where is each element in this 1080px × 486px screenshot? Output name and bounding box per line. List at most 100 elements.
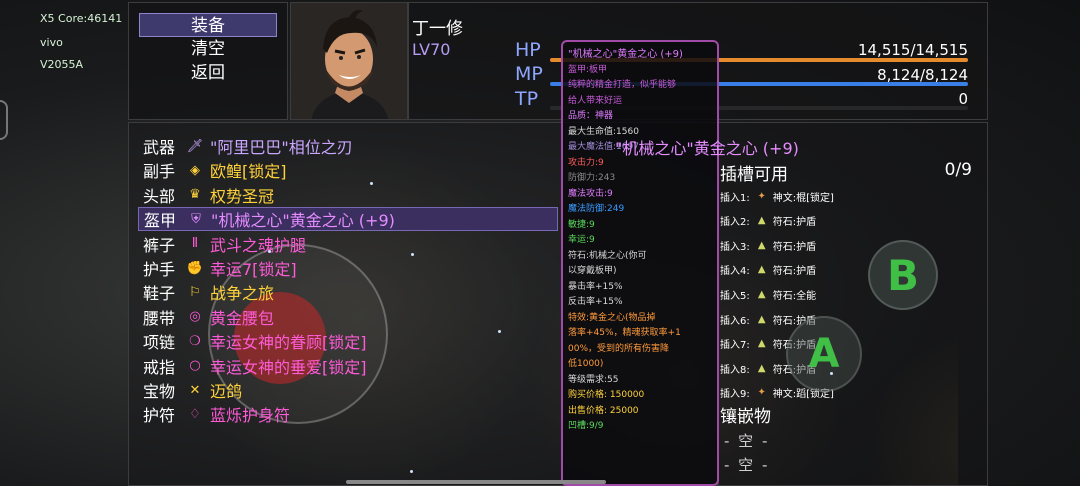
runestone-icon: ▲ bbox=[757, 288, 766, 300]
socket-slot-label: 插入7: bbox=[720, 340, 750, 352]
tooltip-line: 暴击率+15% bbox=[568, 281, 623, 292]
equipment-row[interactable]: 护手 ✊ 幸运7[锁定] bbox=[143, 256, 297, 280]
equipment-slot-label: 戒指 bbox=[143, 357, 176, 377]
equipment-row[interactable]: 副手 ◈ 欧鳇[锁定] bbox=[143, 158, 287, 182]
equipment-item-name: 权势圣冠 bbox=[210, 186, 275, 206]
equipment-row[interactable]: 裤子 Ⅱ 武斗之魂护腿 bbox=[143, 232, 306, 256]
inlay-slot-1[interactable]: - 空 - bbox=[724, 430, 769, 451]
equipment-item-name: 战争之旅 bbox=[210, 284, 275, 304]
equipment-row[interactable]: 项链 ❍ 幸运女神的眷顾[锁定] bbox=[143, 329, 367, 353]
tooltip-line: 符石:机械之心(你可 bbox=[568, 250, 647, 261]
tp-label: TP bbox=[515, 88, 539, 110]
tooltip-line: 00%，受到的所有伤害降 bbox=[568, 343, 670, 354]
socket-row[interactable]: 插入5: ▲ 符石:全能 bbox=[720, 284, 816, 304]
boots-icon: ⚐ bbox=[189, 284, 201, 300]
socket-item-name: 符石:全能 bbox=[772, 290, 817, 302]
equipment-row[interactable]: 宝物 ✕ 迈鸽 bbox=[143, 378, 242, 402]
shield-icon: ◈ bbox=[190, 162, 200, 178]
equipment-row[interactable]: 戒指 ○ 幸运女神的垂爱[锁定] bbox=[143, 354, 367, 378]
tooltip-line: 以穿戴板甲) bbox=[568, 266, 617, 276]
equipment-slot-label: 副手 bbox=[143, 162, 176, 182]
tooltip-line: 幸运:9 bbox=[568, 235, 595, 245]
tooltip-line: 魔法攻击:9 bbox=[568, 188, 613, 199]
equipment-item-name: 幸运女神的垂爱[锁定] bbox=[210, 357, 367, 377]
scrollbar[interactable] bbox=[346, 480, 606, 484]
equipment-slot-label: 护符 bbox=[143, 406, 176, 426]
equipment-item-name: "阿里巴巴"相位之刃 bbox=[210, 138, 353, 157]
sword-icon: 🗡 bbox=[186, 138, 204, 154]
belt-icon: ◎ bbox=[189, 309, 201, 325]
hp-value: 14,515/14,515 bbox=[857, 41, 968, 59]
socket-row[interactable]: 插入2: ▲ 符石:护盾 bbox=[720, 211, 816, 231]
gauntlet-icon: ✊ bbox=[186, 260, 204, 276]
ring-icon: ○ bbox=[189, 358, 201, 374]
runestone-icon: ▲ bbox=[757, 215, 766, 227]
equipment-item-name: 幸运7[锁定] bbox=[210, 260, 297, 279]
equipment-row[interactable]: 腰带 ◎ 黄金腰包 bbox=[143, 305, 274, 329]
socket-item-name: 符石:护盾 bbox=[772, 217, 817, 229]
equipment-slot-label: 盔甲 bbox=[144, 211, 177, 231]
tooltip-title: "机械之心"黄金之心 (+9) bbox=[568, 49, 683, 60]
device-model-text: V2055A bbox=[40, 58, 84, 71]
side-handle[interactable] bbox=[0, 100, 8, 140]
treasure-icon: ✕ bbox=[189, 382, 201, 398]
menu-back-button[interactable]: 返回 bbox=[139, 61, 277, 85]
inlay-title: 镶嵌物 bbox=[720, 407, 771, 427]
socket-title: 插槽可用 bbox=[720, 165, 788, 185]
tooltip-line: 品质：神器 bbox=[568, 111, 614, 121]
equipment-slot-label: 鞋子 bbox=[143, 284, 176, 304]
command-menu: 装备 清空 返回 bbox=[128, 2, 288, 120]
tooltip-line: 防御力:243 bbox=[568, 173, 616, 183]
equipment-row[interactable]: 盔甲 ⛨ "机械之心"黄金之心 (+9) bbox=[138, 207, 558, 232]
equipment-row[interactable]: 鞋子 ⚐ 战争之旅 bbox=[143, 280, 274, 304]
tooltip-line: 凹槽:9/9 bbox=[568, 421, 604, 431]
socket-row[interactable]: 插入4: ▲ 符石:护盾 bbox=[720, 260, 816, 280]
a-button[interactable]: A bbox=[786, 316, 862, 392]
tooltip-line: 落率+45%，精魂获取率+1 bbox=[568, 328, 681, 338]
sparkle-dot bbox=[498, 330, 501, 333]
socket-slot-label: 插入5: bbox=[720, 290, 750, 302]
inlay-slot-2[interactable]: - 空 - bbox=[724, 454, 769, 475]
equipment-item-name: 幸运女神的眷顾[锁定] bbox=[210, 333, 367, 353]
sparkle-dot bbox=[830, 372, 833, 375]
tooltip-line: 敏捷:9 bbox=[568, 219, 595, 230]
socket-slot-label: 插入2: bbox=[720, 217, 750, 229]
menu-equip-button[interactable]: 装备 bbox=[139, 13, 277, 37]
rune-icon: ✦ bbox=[757, 190, 766, 202]
equipment-row[interactable]: 头部 ♛ 权势圣冠 bbox=[143, 183, 274, 207]
sparkle-dot bbox=[410, 470, 413, 473]
socket-count: 0/9 bbox=[944, 160, 972, 180]
mp-label: MP bbox=[515, 63, 543, 85]
socket-slot-label: 插入6: bbox=[720, 315, 750, 327]
equipment-item-name: 武斗之魂护腿 bbox=[210, 235, 307, 255]
socket-slot-label: 插入8: bbox=[720, 364, 750, 376]
device-brand-text: vivo bbox=[40, 36, 63, 49]
socket-row[interactable]: 插入1: ✦ 神文:棍[锁定] bbox=[720, 186, 834, 206]
socket-slot-label: 插入3: bbox=[720, 241, 750, 253]
equipment-row[interactable]: 武器 🗡 "阿里巴巴"相位之刃 bbox=[143, 134, 353, 158]
amulet-icon: ♢ bbox=[189, 406, 201, 422]
menu-clear-button[interactable]: 清空 bbox=[139, 37, 277, 61]
item-tooltip: "机械之心"黄金之心 (+9) 盔甲:板甲 纯粹的精金打造，似乎能够 给人带来好运品… bbox=[561, 40, 719, 486]
tooltip-line: 等级需求:55 bbox=[568, 374, 619, 385]
sparkle-dot bbox=[370, 182, 373, 185]
equipment-item-name: 欧鳇[锁定] bbox=[210, 162, 287, 182]
tooltip-line: 特效:黄金之心(物品掉 bbox=[568, 312, 656, 323]
socket-slot-label: 插入1: bbox=[720, 192, 750, 204]
b-button[interactable]: B bbox=[868, 240, 938, 310]
tooltip-line: 出售价格: 25000 bbox=[568, 405, 639, 416]
runestone-icon: ▲ bbox=[757, 239, 766, 251]
tooltip-line: 购买价格: 150000 bbox=[568, 390, 645, 400]
equipment-slot-label: 护手 bbox=[143, 260, 176, 279]
runestone-icon: ▲ bbox=[757, 264, 766, 276]
equipment-row[interactable]: 护符 ♢ 蓝烁护身符 bbox=[143, 402, 290, 426]
equipment-item-name: 蓝烁护身符 bbox=[210, 406, 291, 426]
equipment-item-name: 黄金腰包 bbox=[210, 308, 275, 328]
character-portrait bbox=[290, 2, 408, 120]
tooltip-line: 纯粹的精金打造，似乎能够 bbox=[568, 80, 677, 90]
socket-item-name: 符石:护盾 bbox=[772, 266, 817, 278]
socket-item-name: 神文:棍[锁定] bbox=[772, 192, 834, 204]
runestone-icon: ▲ bbox=[757, 362, 766, 374]
tooltip-lines: 盔甲:板甲 纯粹的精金打造，似乎能够 给人带来好运 品质：神器 最大生命值:1560 最大… bbox=[568, 63, 712, 435]
socket-row[interactable]: 插入3: ▲ 符石:护盾 bbox=[720, 235, 816, 255]
